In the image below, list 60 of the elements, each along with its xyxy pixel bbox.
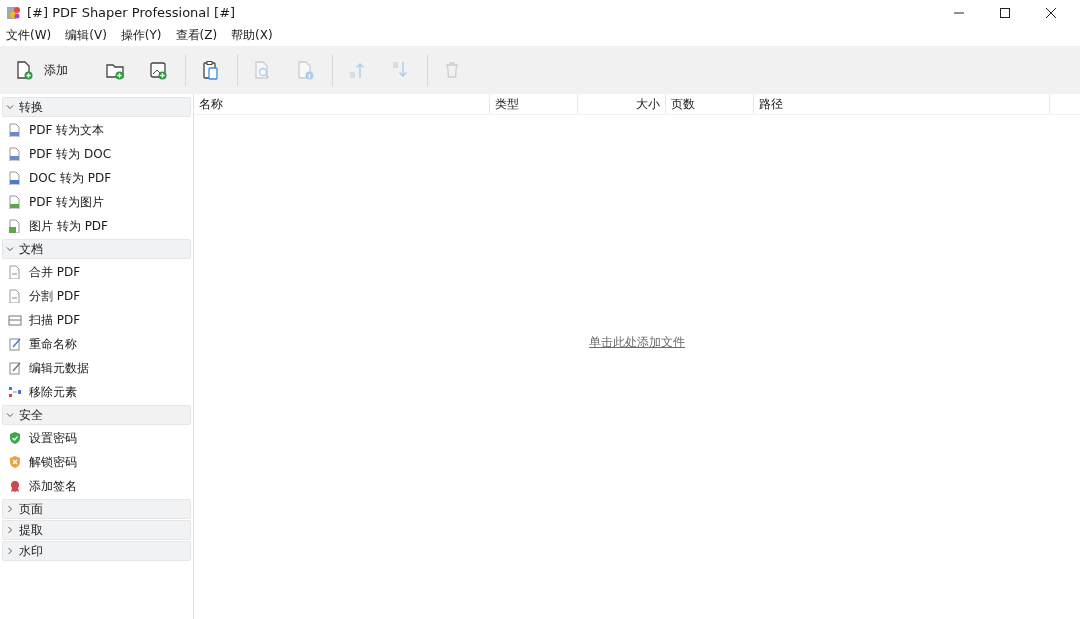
- picture-file-icon: [8, 219, 22, 233]
- maximize-icon: [1000, 7, 1010, 18]
- window-title: [#] PDF Shaper Professional [#]: [27, 5, 236, 20]
- chevron-icon: [6, 547, 14, 555]
- sidebar-item[interactable]: PDF 转为文本: [0, 118, 193, 142]
- sidebar-item[interactable]: 图片 转为 PDF: [0, 214, 193, 238]
- column-header[interactable]: 名称: [194, 94, 490, 114]
- rename-icon: [8, 337, 22, 351]
- text-file-icon: [8, 123, 22, 137]
- clipboard-icon: [200, 60, 220, 80]
- sidebar-item[interactable]: 合并 PDF: [0, 260, 193, 284]
- sidebar-item[interactable]: 移除元素: [0, 380, 193, 404]
- menu-item[interactable]: 查看(Z): [175, 27, 218, 44]
- chevron-icon: [6, 505, 14, 513]
- chevron-icon: [6, 411, 14, 419]
- section-header[interactable]: 页面: [2, 499, 191, 519]
- section-header[interactable]: 提取: [2, 520, 191, 540]
- menu-item[interactable]: 文件(W): [6, 27, 52, 44]
- section-header[interactable]: 水印: [2, 541, 191, 561]
- sidebar-item[interactable]: 重命名称: [0, 332, 193, 356]
- column-header[interactable]: 类型: [490, 94, 578, 114]
- add-files-link[interactable]: 单击此处添加文件: [589, 333, 685, 351]
- document-info-icon: [295, 60, 315, 80]
- image-add-icon: [148, 60, 168, 80]
- menu-item[interactable]: 操作(Y): [120, 27, 162, 44]
- sidebar-item[interactable]: 分割 PDF: [0, 284, 193, 308]
- section-header[interactable]: 安全: [2, 405, 191, 425]
- section-header[interactable]: 文档: [2, 239, 191, 259]
- sidebar-item[interactable]: 解锁密码: [0, 450, 193, 474]
- app-logo-icon: [6, 4, 22, 21]
- file-add-icon: [14, 60, 34, 80]
- split-document-icon: [8, 265, 22, 279]
- sidebar-item[interactable]: PDF 转为图片: [0, 190, 193, 214]
- section-header[interactable]: 转换: [2, 97, 191, 117]
- sidebar-item[interactable]: 编辑元数据: [0, 356, 193, 380]
- edit-document-icon: [8, 361, 22, 375]
- sidebar-item[interactable]: 添加签名: [0, 474, 193, 498]
- document-file-icon: [8, 147, 22, 161]
- sidebar-item[interactable]: 设置密码: [0, 426, 193, 450]
- seal-icon: [8, 479, 22, 493]
- sidebar-item[interactable]: PDF 转为 DOC: [0, 142, 193, 166]
- menu-item[interactable]: 编辑(V): [65, 27, 107, 44]
- chevron-icon: [6, 245, 14, 253]
- close-icon: [1046, 7, 1056, 18]
- file-add-button[interactable]: 添加: [10, 52, 92, 88]
- chevron-icon: [6, 526, 14, 534]
- sidebar-item[interactable]: 扫描 PDF: [0, 308, 193, 332]
- shield-check-icon: [8, 431, 22, 445]
- sidebar-item[interactable]: DOC 转为 PDF: [0, 166, 193, 190]
- shield-cross-icon: [8, 455, 22, 469]
- column-header[interactable]: 大小: [578, 94, 666, 114]
- column-header[interactable]: 页数: [666, 94, 754, 114]
- chevron-icon: [6, 103, 14, 111]
- column-header[interactable]: 路径: [754, 94, 1050, 114]
- word-file-icon: [8, 171, 22, 185]
- scanner-icon: [8, 313, 22, 327]
- image-file-icon: [8, 195, 22, 209]
- menu-item[interactable]: 帮助(X): [231, 27, 273, 44]
- remove-elements-icon: [8, 385, 22, 399]
- split-document-icon: [8, 289, 22, 303]
